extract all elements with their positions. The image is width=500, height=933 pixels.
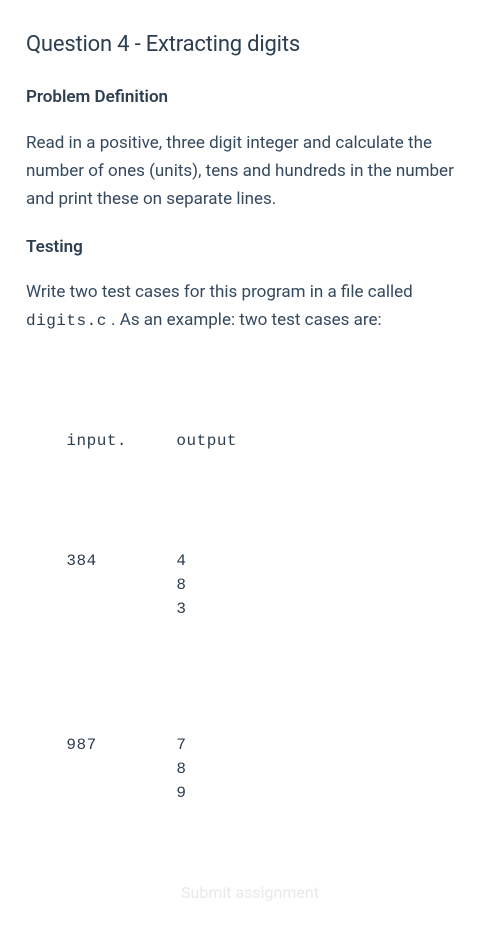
table-header-output: output	[176, 429, 237, 453]
testing-body: Write two test cases for this program in…	[26, 278, 474, 334]
test-table: input.output 3844 8 3 9877 8 9	[26, 357, 474, 869]
problem-heading: Problem Definition	[26, 85, 474, 111]
table-cell-output: 7 8 9	[176, 733, 186, 805]
problem-body: Read in a positive, three digit integer …	[26, 129, 474, 213]
table-cell-input: 384	[66, 549, 176, 573]
table-header-input: input.	[66, 429, 176, 453]
ghost-submit-text: Submit assignment	[26, 881, 474, 905]
testing-heading: Testing	[26, 235, 474, 261]
testing-body-pre: Write two test cases for this program in…	[26, 282, 413, 302]
testing-body-post: . As an example: two test cases are:	[107, 310, 382, 330]
table-row: 9877 8 9	[26, 709, 474, 829]
table-header-row: input.output	[26, 405, 474, 477]
table-row: 3844 8 3	[26, 525, 474, 645]
table-cell-output: 4 8 3	[176, 549, 186, 621]
table-cell-input: 987	[66, 733, 176, 757]
question-title: Question 4 - Extracting digits	[26, 28, 474, 61]
filename-code: digits.c	[26, 312, 107, 330]
